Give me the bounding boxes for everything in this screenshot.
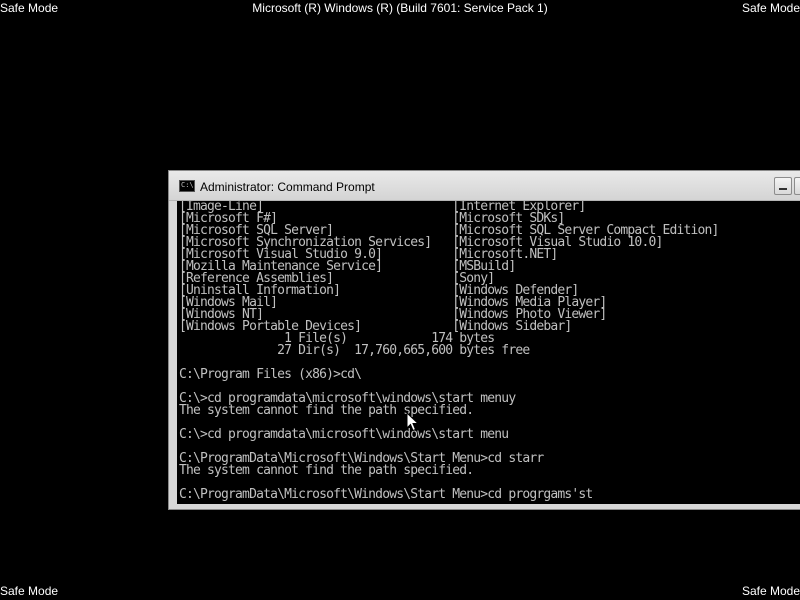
console-line: The system cannot find the path specifie… [179,463,474,478]
console-text: [Image-Line] [Internet Explorer] [Microso… [179,201,719,501]
safe-mode-label-bottom-left: Safe Mode [0,584,59,598]
console-output-area[interactable]: [Image-Line] [Internet Explorer] [Microso… [177,201,800,504]
console-line: 27 Dir(s) 17,760,665,600 bytes free [179,343,530,358]
cmd-icon[interactable] [179,180,195,192]
console-line: C:\>cd programdata\microsoft\windows\sta… [179,427,509,442]
mouse-pointer-icon [406,412,420,432]
minimize-button[interactable] [774,177,792,195]
os-version-banner: Microsoft (R) Windows (R) (Build 7601: S… [252,1,548,15]
window-title: Administrator: Command Prompt [200,180,375,194]
console-line: C:\ProgramData\Microsoft\Windows\Start M… [179,487,593,502]
console-line: C:\Program Files (x86)>cd\ [179,367,362,382]
window-titlebar[interactable]: Administrator: Command Prompt [169,171,800,201]
safe-mode-label-top-right: Safe Mode [741,1,800,15]
command-prompt-window[interactable]: Administrator: Command Prompt [Image-Lin… [168,170,800,510]
safe-mode-label-bottom-right: Safe Mode [741,584,800,598]
safe-mode-desktop: Safe Mode Microsoft (R) Windows (R) (Bui… [0,0,800,600]
console-line: The system cannot find the path specifie… [179,403,474,418]
maximize-button[interactable] [794,177,800,195]
